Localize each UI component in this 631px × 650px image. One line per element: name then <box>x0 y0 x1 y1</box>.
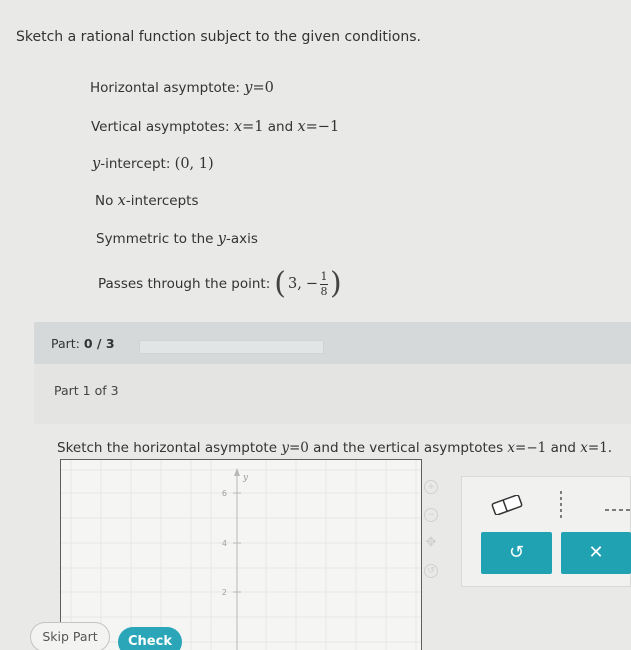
graph-grid: y 6 4 2 <box>61 460 421 650</box>
eraser-tool[interactable] <box>490 495 524 515</box>
clear-button[interactable]: ✕ <box>561 532 631 574</box>
part-panel: Part 1 of 3 <box>34 364 631 424</box>
symmetry-condition: Symmetric to the y-axis <box>96 231 258 247</box>
sketch-instruction: Sketch the horizontal asymptote y=0 and … <box>57 440 613 456</box>
horizontal-dashed-line-tool[interactable] <box>605 507 631 513</box>
zoom-in-icon[interactable]: + <box>424 480 438 494</box>
clear-icon: ✕ <box>588 542 604 563</box>
part-of-label: Part 1 of 3 <box>54 383 119 398</box>
point-condition: Passes through the point: ( 3, − 1 8 ) <box>98 266 342 301</box>
progress-track <box>139 340 324 354</box>
tick-label-2: 2 <box>222 588 227 597</box>
part-label: Part: 0 / 3 <box>51 336 115 351</box>
skip-part-button[interactable]: Skip Part <box>30 622 110 650</box>
graph-side-tools: + − ✥ ↺ <box>424 480 442 592</box>
undo-icon: ↺ <box>508 542 525 563</box>
check-button[interactable]: Check <box>118 627 182 650</box>
graph-canvas[interactable]: y 6 4 2 <box>60 459 422 650</box>
zoom-out-icon[interactable]: − <box>424 508 438 522</box>
y-axis-arrow <box>234 468 240 476</box>
y-axis-label: y <box>242 473 249 483</box>
move-icon[interactable]: ✥ <box>424 536 438 550</box>
vertical-asymptotes-condition: Vertical asymptotes: x=1 and x=−1 <box>91 119 340 135</box>
reset-icon[interactable]: ↺ <box>424 564 438 578</box>
y-intercept-condition: y-intercept: (0, 1) <box>92 156 214 172</box>
undo-button[interactable]: ↺ <box>481 532 552 574</box>
fraction: 1 8 <box>319 269 328 298</box>
no-x-intercepts-condition: No x-intercepts <box>95 193 199 209</box>
horizontal-asymptote-condition: Horizontal asymptote: y=0 <box>90 80 274 96</box>
tick-label-6: 6 <box>222 489 227 498</box>
instruction-text: Sketch a rational function subject to th… <box>16 29 421 45</box>
tick-label-4: 4 <box>222 539 227 548</box>
part-progress-bar: Part: 0 / 3 <box>34 322 631 364</box>
vertical-dashed-line-tool[interactable] <box>558 491 564 519</box>
